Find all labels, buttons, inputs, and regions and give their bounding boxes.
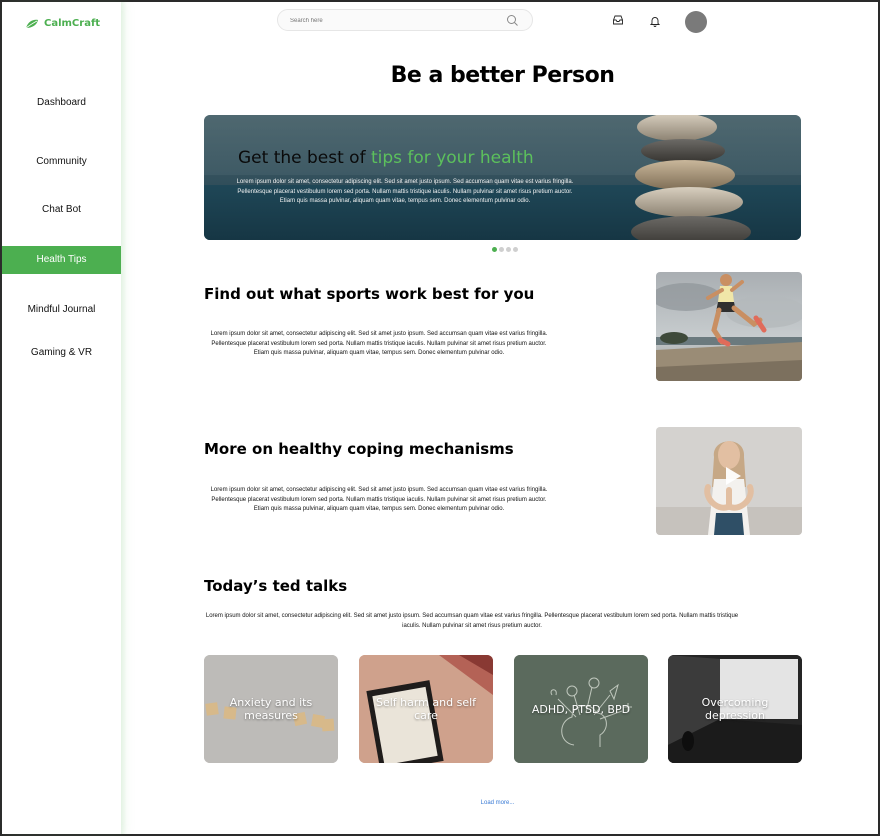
ted-card-label: ADHD, PTSD, BPD: [531, 702, 631, 716]
section-text-coping: Lorem ipsum dolor sit amet, consectetur …: [210, 487, 548, 513]
leaf-icon: [25, 19, 38, 28]
ted-card-label: Overcoming depression: [701, 696, 769, 722]
sidebar-item-mindful-journal[interactable]: Mindful Journal: [2, 296, 121, 324]
sidebar-item-dashboard[interactable]: Dashboard: [2, 89, 121, 117]
ted-card-depression[interactable]: Overcoming depression: [668, 655, 802, 763]
ted-text: Lorem ipsum dolor sit amet, consectetur …: [205, 613, 739, 629]
hero-heading: Get the best of tips for your health: [238, 148, 534, 168]
avatar[interactable]: [685, 11, 707, 33]
brand-logo[interactable]: CalmCraft: [25, 18, 100, 29]
inbox-icon[interactable]: [612, 14, 624, 26]
page-title: Be a better Person: [390, 63, 615, 88]
stacked-stones-image: [631, 115, 751, 240]
search-icon[interactable]: [506, 14, 519, 27]
sidebar-item-health-tips[interactable]: Health Tips: [2, 246, 121, 274]
meditation-video[interactable]: [656, 427, 802, 535]
carousel-dot[interactable]: [492, 247, 497, 252]
hero-heading-accent: tips for your health: [370, 148, 534, 168]
ted-card-label: Anxiety and its measures: [229, 696, 313, 722]
carousel-dots: [492, 247, 518, 252]
search-bar[interactable]: [277, 9, 533, 31]
sidebar: CalmCraft Dashboard Community Chat Bot H…: [2, 2, 127, 834]
carousel-dot[interactable]: [499, 247, 504, 252]
section-text-sports: Lorem ipsum dolor sit amet, consectetur …: [210, 331, 548, 357]
hero-banner[interactable]: Get the best of tips for your health Lor…: [204, 115, 801, 240]
brand-name: CalmCraft: [44, 18, 101, 29]
load-more-link[interactable]: Load more...: [460, 800, 535, 806]
runner-image[interactable]: [656, 272, 802, 381]
sidebar-item-community[interactable]: Community: [2, 148, 121, 176]
hero-heading-plain: Get the best of: [238, 148, 371, 168]
section-title-sports: Find out what sports work best for you: [204, 285, 535, 303]
carousel-dot[interactable]: [506, 247, 511, 252]
ted-card-label: Self harm and self care: [375, 696, 477, 722]
bell-icon[interactable]: [649, 15, 661, 27]
section-title-coping: More on healthy coping mechanisms: [204, 440, 514, 458]
sidebar-item-chat-bot[interactable]: Chat Bot: [2, 196, 121, 224]
carousel-dot[interactable]: [513, 247, 518, 252]
ted-card-self-harm[interactable]: Self harm and self care: [359, 655, 493, 763]
ted-card-anxiety[interactable]: Anxiety and its measures: [204, 655, 338, 763]
ted-card-adhd[interactable]: ADHD, PTSD, BPD: [514, 655, 648, 763]
section-title-ted: Today’s ted talks: [204, 577, 348, 595]
hero-text: Lorem ipsum dolor sit amet, consectetur …: [236, 179, 574, 204]
sidebar-item-gaming-vr[interactable]: Gaming & VR: [2, 339, 121, 367]
search-input[interactable]: [290, 14, 500, 27]
